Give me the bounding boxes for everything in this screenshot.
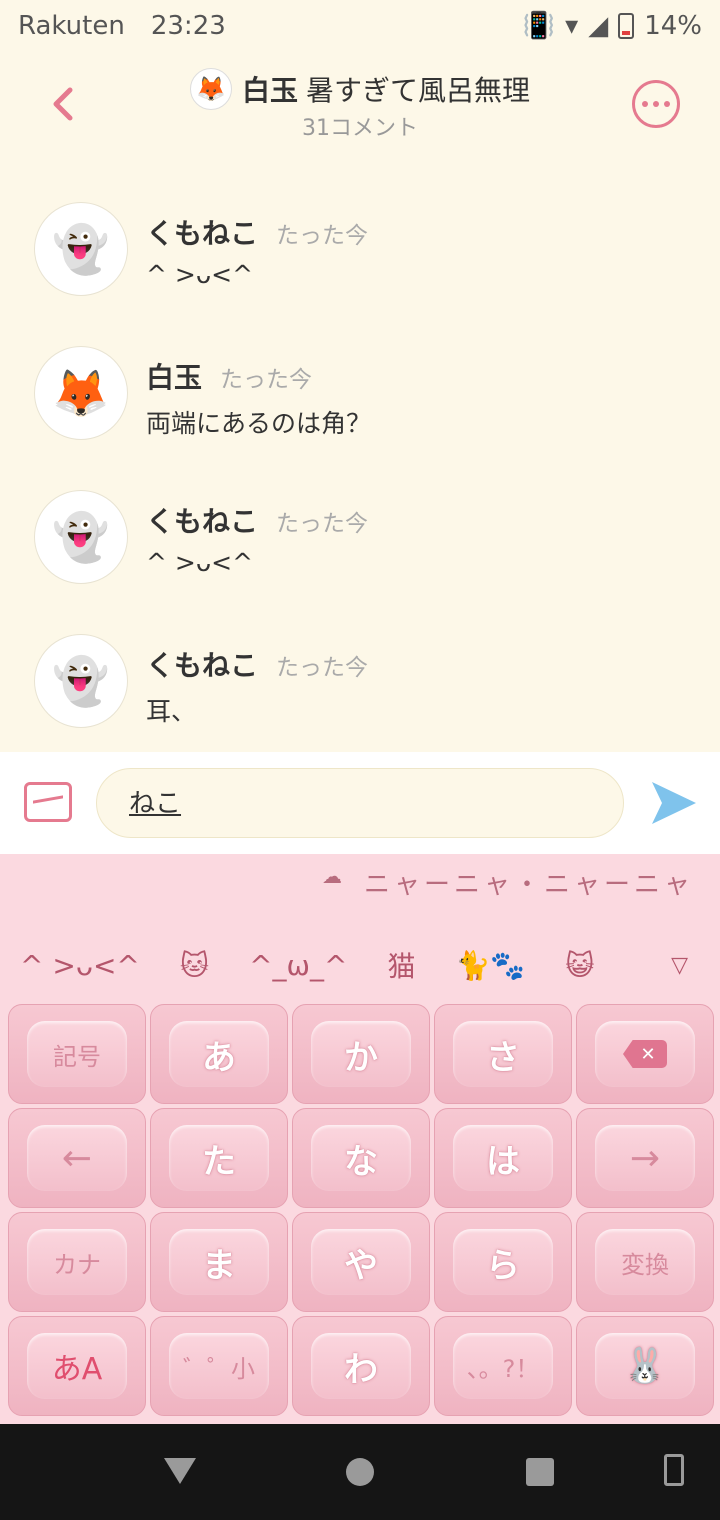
key-sa[interactable]: さ bbox=[434, 1004, 572, 1104]
key-ra[interactable]: ら bbox=[434, 1212, 572, 1312]
clock: 23:23 bbox=[150, 11, 226, 41]
system-nav-bar bbox=[0, 1424, 720, 1520]
key-ka[interactable]: か bbox=[292, 1004, 430, 1104]
thread-title: 暑すぎて風呂無理 bbox=[306, 74, 531, 107]
comment-author: くもねこ bbox=[146, 649, 259, 682]
key-mode[interactable]: あA bbox=[8, 1316, 146, 1416]
eevee-avatar[interactable]: 🦊 bbox=[34, 346, 128, 440]
key-convert[interactable]: 変換 bbox=[576, 1212, 714, 1312]
key-bunny[interactable]: 🐰 bbox=[576, 1316, 714, 1416]
comment-time: たった今 bbox=[276, 223, 369, 249]
keyboard: ☁ ニャーニャ・ニャーニャ ^ >ᴗ<^ 🐱 ^_ω_^ 猫 🐈🐾 😺 ▽ 記号 … bbox=[0, 854, 720, 1424]
bunny-icon: 🐰 bbox=[595, 1333, 695, 1399]
chevron-down-icon[interactable]: ▽ bbox=[671, 953, 688, 978]
key-ya[interactable]: や bbox=[292, 1212, 430, 1312]
thread-header: 🦊 白玉 暑すぎて風呂無理 31コメント bbox=[0, 52, 720, 162]
comment-item[interactable]: 👻 くもねこ たった今 ^ >ᴗ<^ bbox=[0, 468, 720, 612]
comment-author: くもねこ bbox=[146, 505, 259, 538]
comment-item[interactable]: 👻 くもねこ たった今 ^ >ᴗ<^ bbox=[0, 180, 720, 324]
keyboard-suggestion[interactable]: ☁ ニャーニャ・ニャーニャ bbox=[322, 864, 694, 901]
comment-body: 耳、 bbox=[146, 697, 197, 726]
candidate-item[interactable]: 😺 bbox=[545, 949, 614, 982]
cloud-icon: ☁ bbox=[322, 864, 346, 888]
status-bar: Rakuten 23:23 📳 ▾ ◢ 14% bbox=[0, 0, 720, 52]
mimikyu-avatar[interactable]: 👻 bbox=[34, 490, 128, 584]
comment-author: 白玉 bbox=[146, 361, 203, 394]
key-kana[interactable]: カナ bbox=[8, 1212, 146, 1312]
recent-square-icon[interactable] bbox=[526, 1458, 554, 1486]
eevee-avatar[interactable]: 🦊 bbox=[190, 68, 232, 110]
image-icon[interactable] bbox=[24, 782, 72, 822]
candidate-item[interactable]: 猫 bbox=[367, 945, 435, 985]
back-triangle-icon[interactable] bbox=[164, 1458, 196, 1484]
comment-body: 両端にあるのは角？ bbox=[146, 409, 372, 438]
key-right[interactable]: → bbox=[576, 1108, 714, 1208]
key-wa[interactable]: わ bbox=[292, 1316, 430, 1416]
send-icon[interactable] bbox=[650, 780, 698, 826]
candidate-item[interactable]: 🐱 bbox=[160, 949, 229, 982]
candidate-item[interactable]: ^ >ᴗ<^ bbox=[0, 949, 160, 982]
key-symbol[interactable]: 記号 bbox=[8, 1004, 146, 1104]
key-ta[interactable]: た bbox=[150, 1108, 288, 1208]
comment-author: くもねこ bbox=[146, 217, 259, 250]
battery-percent: 14% bbox=[644, 11, 702, 41]
signal-icon: ◢ bbox=[588, 11, 609, 41]
comment-input-bar: ねこ bbox=[0, 752, 720, 854]
candidate-item[interactable]: 🐈🐾 bbox=[435, 949, 545, 982]
vibrate-icon: 📳 bbox=[522, 11, 556, 41]
wifi-icon: ▾ bbox=[565, 11, 579, 41]
comment-input[interactable]: ねこ bbox=[96, 768, 624, 838]
key-ma[interactable]: ま bbox=[150, 1212, 288, 1312]
comment-time: たった今 bbox=[276, 511, 369, 537]
home-circle-icon[interactable] bbox=[346, 1458, 374, 1486]
candidate-item[interactable]: ^_ω_^ bbox=[229, 949, 367, 982]
key-punct[interactable]: 、。?！ bbox=[434, 1316, 572, 1416]
thread-author: 白玉 bbox=[242, 74, 299, 107]
backspace-icon: ✕ bbox=[623, 1040, 667, 1068]
comment-body: ^ >ᴗ<^ bbox=[146, 260, 254, 289]
comment-item[interactable]: 🦊 白玉 たった今 両端にあるのは角？ bbox=[0, 324, 720, 468]
key-grid: 記号 あ か さ ✕ ← た な は → カナ ま や ら 変換 あA ゛゜小 … bbox=[8, 1004, 714, 1416]
comment-list: 👻 くもねこ たった今 ^ >ᴗ<^ 🦊 白玉 たった今 両端にあるのは角？ 👻 く… bbox=[0, 180, 720, 756]
key-small[interactable]: ゛゜小 bbox=[150, 1316, 288, 1416]
key-na[interactable]: な bbox=[292, 1108, 430, 1208]
thread-title-row: 🦊 白玉 暑すぎて風呂無理 bbox=[190, 68, 530, 110]
key-delete[interactable]: ✕ bbox=[576, 1004, 714, 1104]
mimikyu-avatar[interactable]: 👻 bbox=[34, 202, 128, 296]
comment-item[interactable]: 👻 くもねこ たった今 耳、 bbox=[0, 612, 720, 756]
rotate-icon[interactable] bbox=[664, 1454, 684, 1486]
comment-time: たった今 bbox=[276, 655, 369, 681]
comment-count: 31コメント bbox=[302, 116, 418, 141]
comment-input-text: ねこ bbox=[129, 789, 182, 819]
carrier-label: Rakuten bbox=[18, 11, 125, 41]
ellipsis-icon[interactable] bbox=[632, 80, 680, 128]
candidate-bar: ^ >ᴗ<^ 🐱 ^_ω_^ 猫 🐈🐾 😺 ▽ bbox=[0, 932, 720, 998]
battery-icon bbox=[618, 13, 635, 39]
mimikyu-avatar[interactable]: 👻 bbox=[34, 634, 128, 728]
key-ha[interactable]: は bbox=[434, 1108, 572, 1208]
comment-time: たった今 bbox=[220, 367, 313, 393]
key-left[interactable]: ← bbox=[8, 1108, 146, 1208]
comment-body: ^ >ᴗ<^ bbox=[146, 548, 254, 577]
key-a[interactable]: あ bbox=[150, 1004, 288, 1104]
